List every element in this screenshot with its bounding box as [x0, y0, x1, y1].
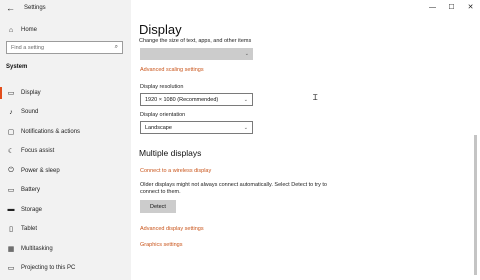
- text-cursor-icon: Ɪ: [313, 93, 318, 102]
- sidebar-item-projecting[interactable]: ▭ Projecting to this PC: [0, 259, 131, 279]
- close-button[interactable]: ✕: [461, 0, 480, 14]
- chevron-down-icon: ⌄: [243, 96, 248, 103]
- section-label: System: [6, 64, 28, 70]
- sidebar: ← Settings ⌂ Home Find a setting ⌕ Syste…: [0, 0, 131, 280]
- sound-icon: ♪: [9, 108, 13, 116]
- sidebar-item-label: Sound: [21, 109, 39, 116]
- detect-description: Older displays might not always connect …: [140, 182, 327, 195]
- sidebar-item-label: Multitasking: [21, 245, 53, 252]
- sidebar-item-home[interactable]: ⌂ Home: [0, 22, 131, 38]
- sidebar-item-multitasking[interactable]: ▦ Multitasking: [0, 239, 131, 259]
- power-icon: ⏻: [8, 166, 14, 174]
- wireless-display-link[interactable]: Connect to a wireless display: [140, 168, 211, 174]
- tablet-icon: ▯: [9, 226, 13, 234]
- orientation-value: Landscape: [145, 124, 172, 131]
- sidebar-item-label: Display: [21, 89, 41, 96]
- storage-icon: ▬: [7, 206, 15, 214]
- orientation-dropdown[interactable]: Landscape ⌄: [140, 121, 253, 134]
- battery-icon: ▭: [7, 187, 15, 195]
- scale-dropdown[interactable]: ⌄: [140, 48, 253, 60]
- moon-icon: ☾: [7, 148, 15, 156]
- sidebar-item-label: Notifications & actions: [21, 128, 81, 135]
- sidebar-item-label: Power & sleep: [21, 167, 60, 174]
- search-input[interactable]: Find a setting ⌕: [6, 41, 123, 54]
- search-icon: ⌕: [114, 44, 118, 50]
- sidebar-item-storage[interactable]: ▬ Storage: [0, 200, 131, 220]
- notifications-icon: ▢: [7, 128, 15, 136]
- graphics-settings-link[interactable]: Graphics settings: [140, 242, 183, 248]
- sidebar-item-battery[interactable]: ▭ Battery: [0, 181, 131, 201]
- app-title: Settings: [24, 5, 46, 11]
- maximize-button[interactable]: ☐: [442, 0, 461, 14]
- sidebar-item-power-sleep[interactable]: ⏻ Power & sleep: [0, 161, 131, 181]
- scrollbar[interactable]: [474, 15, 478, 277]
- search-placeholder: Find a setting: [11, 44, 45, 51]
- sidebar-item-notifications[interactable]: ▢ Notifications & actions: [0, 122, 131, 142]
- sidebar-item-sound[interactable]: ♪ Sound: [0, 103, 131, 123]
- projecting-icon: ▭: [7, 265, 15, 273]
- scale-label: Change the size of text, apps, and other…: [139, 38, 252, 44]
- minimize-button[interactable]: —: [423, 0, 442, 14]
- advanced-scaling-link[interactable]: Advanced scaling settings: [140, 67, 204, 73]
- resolution-dropdown[interactable]: 1920 × 1080 (Recommended) ⌄: [140, 93, 253, 106]
- resolution-label: Display resolution: [140, 84, 184, 90]
- orientation-label: Display orientation: [140, 112, 186, 118]
- sidebar-item-label: Focus assist: [21, 148, 55, 155]
- sidebar-item-label: Battery: [21, 187, 41, 194]
- sidebar-item-label: Projecting to this PC: [21, 265, 76, 272]
- sidebar-nav: ▭ Display ♪ Sound ▢ Notifications & acti…: [0, 83, 131, 278]
- detect-button[interactable]: Detect: [140, 200, 176, 213]
- window-controls: — ☐ ✕: [423, 0, 480, 14]
- titlebar: ← Settings: [0, 0, 131, 16]
- resolution-value: 1920 × 1080 (Recommended): [145, 96, 219, 103]
- multitasking-icon: ▦: [7, 245, 15, 253]
- page-title: Display: [139, 22, 182, 37]
- home-icon: ⌂: [8, 26, 14, 34]
- sidebar-item-tablet[interactable]: ▯ Tablet: [0, 220, 131, 240]
- advanced-display-link[interactable]: Advanced display settings: [140, 226, 204, 232]
- sidebar-item-focus-assist[interactable]: ☾ Focus assist: [0, 142, 131, 162]
- scrollbar-thumb[interactable]: [474, 135, 477, 275]
- sidebar-item-label: Tablet: [21, 226, 38, 233]
- sidebar-item-label: Home: [21, 27, 38, 33]
- sidebar-item-label: Storage: [21, 206, 43, 213]
- back-arrow-icon[interactable]: ←: [6, 3, 16, 13]
- sidebar-item-display[interactable]: ▭ Display: [0, 83, 131, 103]
- chevron-down-icon: ⌄: [243, 124, 248, 131]
- chevron-down-icon: ⌄: [244, 51, 249, 57]
- display-icon: ▭: [7, 89, 15, 97]
- multiple-displays-heading: Multiple displays: [139, 148, 202, 158]
